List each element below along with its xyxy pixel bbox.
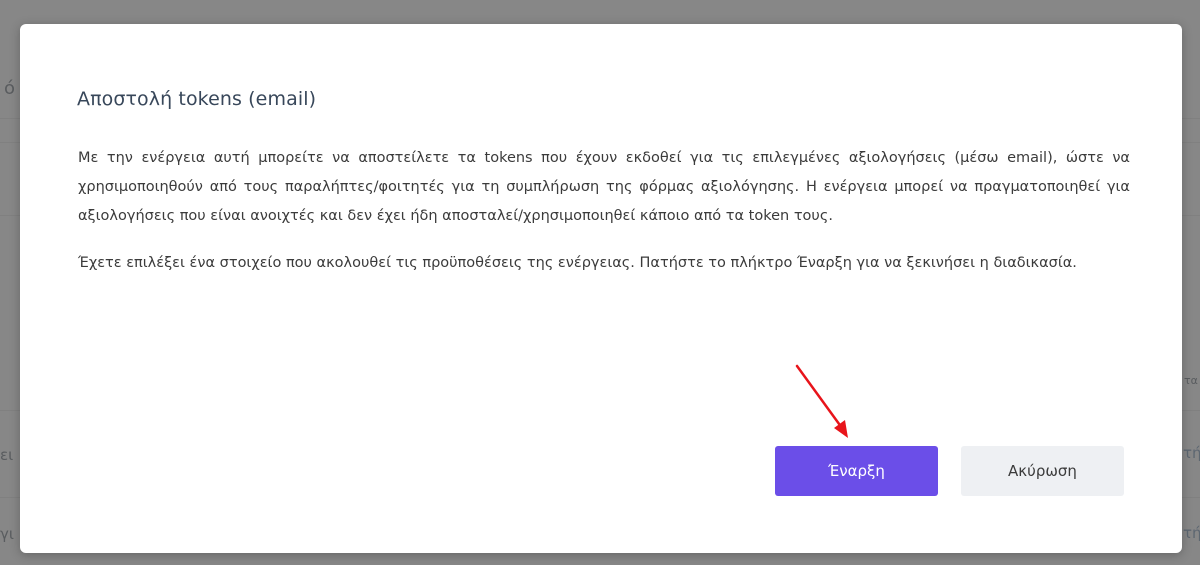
start-button[interactable]: Έναρξη xyxy=(775,446,938,496)
dialog-description: Με την ενέργεια αυτή μπορείτε να αποστεί… xyxy=(78,150,1130,224)
cancel-button[interactable]: Ακύρωση xyxy=(961,446,1124,496)
dialog-body: Με την ενέργεια αυτή μπορείτε να αποστεί… xyxy=(78,144,1130,278)
dialog-instruction: Έχετε επιλέξει ένα στοιχείο που ακολουθε… xyxy=(78,255,1077,271)
send-tokens-dialog: Αποστολή tokens (email) Με την ενέργεια … xyxy=(20,24,1182,553)
dialog-title: Αποστολή tokens (email) xyxy=(77,88,317,110)
